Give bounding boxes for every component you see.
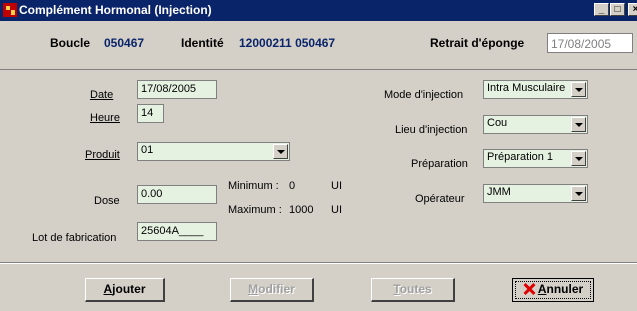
ajouter-mnemonic: A	[103, 282, 113, 296]
mode-value: Intra Musculaire	[487, 82, 566, 94]
retrait-label: Retrait d'éponge	[430, 36, 525, 50]
ajouter-label: jouter	[112, 282, 146, 296]
operateur-select[interactable]: JMM	[483, 184, 588, 203]
produit-value: 01	[141, 144, 154, 156]
chevron-down-icon[interactable]	[571, 151, 586, 166]
heure-field[interactable]: 14	[137, 104, 164, 123]
operateur-value: JMM	[487, 186, 511, 198]
dose-field[interactable]: 0.00	[137, 185, 217, 204]
produit-label: Produit	[85, 149, 120, 161]
close-icon[interactable]: ×	[628, 3, 637, 16]
maximum-label: Maximum :	[228, 204, 282, 216]
produit-select[interactable]: 01	[137, 142, 290, 161]
boucle-label: Boucle	[50, 36, 91, 50]
boucle-value: 050467	[104, 36, 145, 50]
maximize-icon[interactable]: □	[610, 3, 625, 16]
modifier-button[interactable]: Modifier	[230, 278, 314, 302]
animal-header: Boucle 050467 Identité 12000211 050467 R…	[0, 21, 637, 70]
toutes-label: outes	[399, 282, 432, 296]
minimum-unit: UI	[331, 180, 342, 192]
mode-label: Mode d'injection	[384, 89, 464, 101]
modifier-mnemonic: M	[248, 282, 259, 296]
lieu-label: Lieu d'injection	[395, 124, 468, 136]
lot-field[interactable]: 25604A____	[137, 222, 217, 241]
date-field[interactable]: 17/08/2005	[137, 80, 217, 99]
maximum-value: 1000	[289, 204, 314, 216]
chevron-down-icon[interactable]	[571, 82, 586, 97]
lieu-value: Cou	[487, 117, 508, 129]
lieu-select[interactable]: Cou	[483, 115, 588, 134]
maximum-unit: UI	[331, 204, 342, 216]
minimum-label: Minimum :	[228, 180, 279, 192]
dialog-window: Complément Hormonal (Injection) _ □ × Bo…	[0, 0, 637, 311]
app-icon	[3, 3, 17, 17]
chevron-down-icon[interactable]	[571, 117, 586, 132]
ajouter-button[interactable]: Ajouter	[85, 278, 165, 302]
injection-form: Date 17/08/2005 Heure 14 Produit 01 Dose…	[0, 70, 637, 262]
lot-label: Lot de fabrication	[32, 232, 117, 244]
operateur-label: Opérateur	[415, 193, 465, 205]
heure-label: Heure	[90, 112, 120, 124]
toutes-button[interactable]: Toutes	[371, 278, 455, 302]
chevron-down-icon[interactable]	[273, 144, 288, 159]
minimize-icon[interactable]: _	[594, 3, 609, 16]
cancel-x-icon	[523, 283, 535, 295]
retrait-date-field: 17/08/2005	[547, 33, 633, 53]
preparation-label: Préparation	[411, 158, 468, 170]
dose-label: Dose	[94, 195, 120, 207]
modifier-label: odifier	[258, 282, 295, 296]
mode-select[interactable]: Intra Musculaire	[483, 80, 588, 99]
identite-value: 12000211 050467	[239, 36, 336, 50]
button-bar: Ajouter Modifier Toutes Annuler	[0, 262, 637, 311]
date-label: Date	[90, 89, 114, 101]
title-bar[interactable]: Complément Hormonal (Injection) _ □ ×	[0, 0, 637, 21]
minimum-value: 0	[289, 180, 296, 192]
identite-label: Identité	[181, 36, 224, 50]
annuler-button[interactable]: Annuler	[512, 278, 594, 302]
preparation-value: Préparation 1	[487, 151, 554, 163]
preparation-select[interactable]: Préparation 1	[483, 149, 588, 168]
chevron-down-icon[interactable]	[571, 186, 586, 201]
window-title: Complément Hormonal (Injection)	[19, 3, 212, 17]
